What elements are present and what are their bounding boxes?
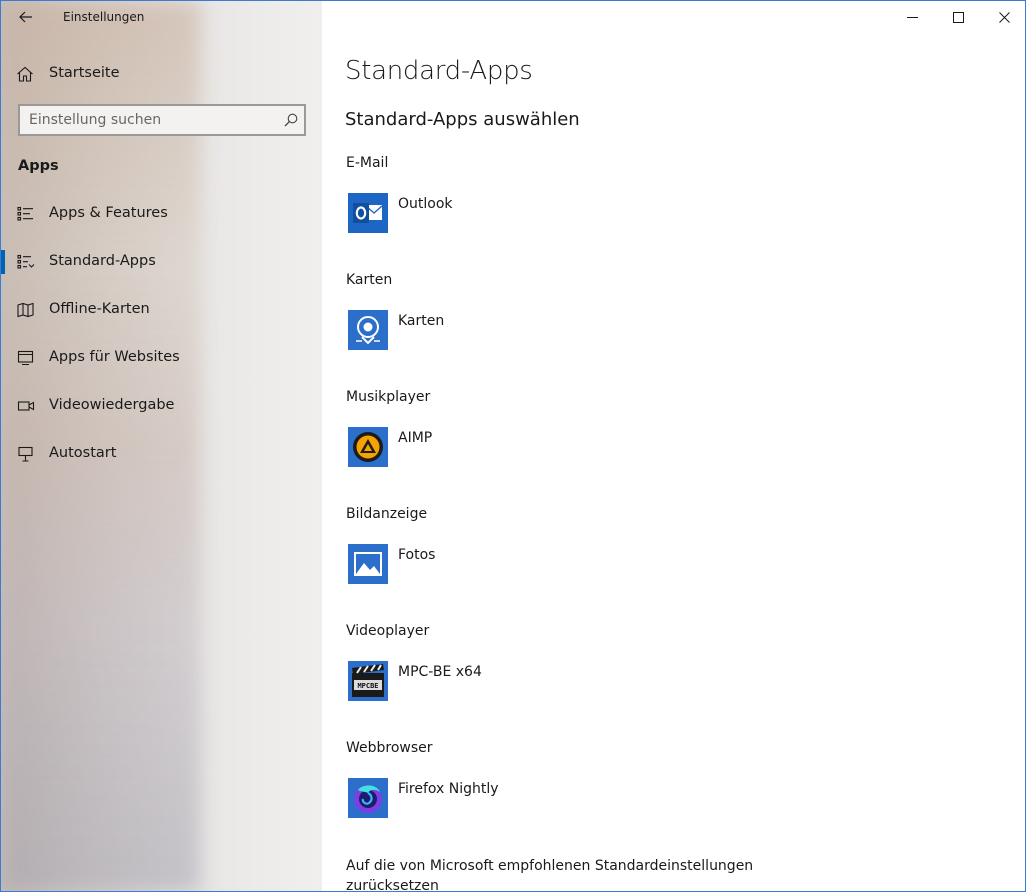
page-title: Standard-Apps xyxy=(345,56,533,86)
category-label-email: E-Mail xyxy=(346,155,389,171)
default-app-maps-button[interactable]: Karten xyxy=(344,310,684,358)
apps-websites-icon xyxy=(17,350,34,366)
default-app-name: AIMP xyxy=(398,430,433,446)
back-arrow-icon xyxy=(19,11,32,23)
close-button[interactable] xyxy=(981,1,1025,33)
sidebar-item-label: Autostart xyxy=(49,445,117,461)
sidebar-item-apps-websites[interactable]: Apps für Websites xyxy=(1,338,322,378)
maximize-icon xyxy=(952,11,964,23)
reset-defaults-text: Auf die von Microsoft empfohlenen Standa… xyxy=(346,858,754,892)
section-subtitle: Standard-Apps auswählen xyxy=(345,109,580,130)
category-label-photos: Bildanzeige xyxy=(346,506,428,522)
category-label-browser: Webbrowser xyxy=(346,740,433,756)
offline-maps-icon xyxy=(17,302,34,318)
default-app-name: Outlook xyxy=(398,196,453,212)
default-app-browser-button[interactable]: Firefox Nightly xyxy=(344,778,684,826)
sidebar-item-label: Videowiedergabe xyxy=(49,397,175,413)
mpc-be-icon: MPCBE xyxy=(348,661,388,701)
maps-icon xyxy=(348,310,388,350)
sidebar-item-offline-maps[interactable]: Offline-Karten xyxy=(1,290,322,330)
minimize-button[interactable] xyxy=(889,1,935,33)
close-icon xyxy=(998,11,1010,23)
default-app-name: Karten xyxy=(398,313,445,329)
default-app-email-button[interactable]: Outlook xyxy=(344,193,684,241)
sidebar-item-default-apps[interactable]: Standard-Apps xyxy=(1,242,322,282)
minimize-icon xyxy=(906,16,918,18)
default-app-name: MPC-BE x64 xyxy=(398,664,482,680)
video-playback-icon xyxy=(17,401,35,411)
default-app-music-button[interactable]: AIMP xyxy=(344,427,684,475)
sidebar-item-label: Apps für Websites xyxy=(49,349,180,365)
default-app-video-button[interactable]: MPCBE MPC-BE x64 xyxy=(344,661,684,709)
sidebar-item-label: Standard-Apps xyxy=(49,253,156,269)
outlook-icon xyxy=(348,193,388,233)
sidebar: Einstellungen Startseite Apps Apps xyxy=(1,1,322,891)
main-content: Standard-Apps Standard-Apps auswählen E-… xyxy=(322,1,1025,892)
sidebar-item-startup[interactable]: Autostart xyxy=(1,434,322,474)
settings-window: Einstellungen Startseite Apps Apps xyxy=(0,0,1026,892)
category-label-video: Videoplayer xyxy=(346,623,430,639)
sidebar-item-apps-features[interactable]: Apps & Features xyxy=(1,194,322,234)
sidebar-item-video-playback[interactable]: Videowiedergabe xyxy=(1,386,322,426)
search-box[interactable] xyxy=(18,104,306,136)
sidebar-item-label: Apps & Features xyxy=(49,205,168,221)
window-title: Einstellungen xyxy=(63,10,145,24)
sidebar-item-home[interactable]: Startseite xyxy=(1,57,322,91)
search-input[interactable] xyxy=(20,106,270,134)
sidebar-item-label: Offline-Karten xyxy=(49,301,150,317)
window-controls xyxy=(889,1,1025,33)
active-indicator xyxy=(1,250,5,274)
home-label: Startseite xyxy=(49,65,120,81)
category-label-music: Musikplayer xyxy=(346,389,431,405)
firefox-nightly-icon xyxy=(348,778,388,818)
apps-features-icon xyxy=(17,206,33,221)
svg-text:MPCBE: MPCBE xyxy=(357,682,378,690)
default-app-photos-button[interactable]: Fotos xyxy=(344,544,684,592)
maximize-button[interactable] xyxy=(935,1,981,33)
search-icon[interactable] xyxy=(284,113,298,127)
photos-icon xyxy=(348,544,388,584)
aimp-icon xyxy=(348,427,388,467)
default-apps-icon xyxy=(17,254,35,269)
category-label-maps: Karten xyxy=(346,272,393,288)
home-icon xyxy=(17,66,33,82)
startup-icon xyxy=(18,446,33,462)
default-app-name: Fotos xyxy=(398,547,436,563)
section-heading-apps: Apps xyxy=(18,158,59,174)
back-button[interactable] xyxy=(11,5,41,29)
default-app-name: Firefox Nightly xyxy=(398,781,499,797)
